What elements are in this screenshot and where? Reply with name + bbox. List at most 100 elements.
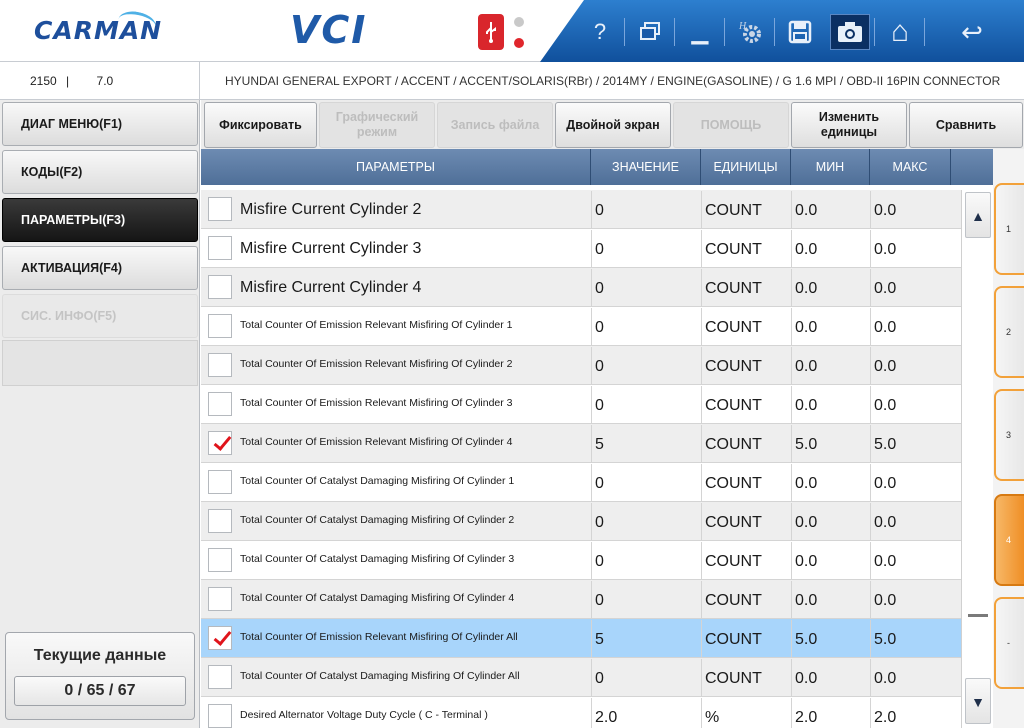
parameter-max: 0.0	[870, 230, 951, 269]
compare-button[interactable]: Сравнить	[909, 102, 1023, 148]
row-checkbox[interactable]	[208, 665, 232, 689]
parameter-max: 0.0	[870, 386, 951, 425]
table-row[interactable]: Total Counter Of Catalyst Damaging Misfi…	[201, 541, 961, 581]
window-icon[interactable]	[630, 14, 670, 50]
parameter-unit: COUNT	[701, 464, 791, 503]
page-tab-2[interactable]: 2	[994, 286, 1024, 378]
toolbar-divider	[674, 18, 675, 46]
table-scrollbar[interactable]: ▲ ▼	[961, 190, 993, 728]
scroll-down-icon[interactable]: ▼	[965, 678, 991, 724]
parameter-max: 0.0	[870, 542, 951, 581]
parameter-unit: COUNT	[701, 659, 791, 698]
table-row[interactable]: Total Counter Of Catalyst Damaging Misfi…	[201, 580, 961, 620]
parameter-min: 0.0	[791, 503, 870, 542]
parameter-counter: 0 / 65 / 67	[14, 676, 186, 706]
parameter-max: 2.0	[870, 698, 951, 728]
column-header-max[interactable]: МАКС	[870, 149, 951, 185]
row-checkbox[interactable]	[208, 587, 232, 611]
table-row[interactable]: Total Counter Of Catalyst Damaging Misfi…	[201, 502, 961, 542]
parameter-name: Total Counter Of Catalyst Damaging Misfi…	[240, 553, 515, 565]
save-icon[interactable]	[780, 14, 820, 50]
parameter-unit: COUNT	[701, 191, 791, 230]
column-header-unit[interactable]: ЕДИНИЦЫ	[701, 149, 791, 185]
parameter-value: 0	[591, 542, 701, 581]
row-checkbox[interactable]	[208, 431, 232, 455]
row-checkbox[interactable]	[208, 236, 232, 260]
parameter-max: 0.0	[870, 581, 951, 620]
row-checkbox[interactable]	[208, 470, 232, 494]
parameter-max: 0.0	[870, 269, 951, 308]
parameter-min: 0.0	[791, 230, 870, 269]
table-row[interactable]: Total Counter Of Catalyst Damaging Misfi…	[201, 463, 961, 503]
row-checkbox[interactable]	[208, 704, 232, 728]
parameter-unit: COUNT	[701, 542, 791, 581]
camera-icon[interactable]	[830, 14, 870, 50]
parameter-unit: COUNT	[701, 425, 791, 464]
row-checkbox[interactable]	[208, 197, 232, 221]
parameter-name: Desired Alternator Voltage Duty Cycle ( …	[240, 709, 488, 721]
row-checkbox[interactable]	[208, 626, 232, 650]
scroll-thumb[interactable]	[968, 614, 988, 617]
parameter-min: 0.0	[791, 581, 870, 620]
table-row[interactable]: Misfire Current Cylinder 2 0 COUNT 0.0 0.0	[201, 190, 961, 230]
fix-button[interactable]: Фиксировать	[204, 102, 317, 148]
minimize-icon[interactable]: ▁	[680, 14, 720, 50]
parameter-min: 0.0	[791, 386, 870, 425]
toolbar-divider	[724, 18, 725, 46]
home-icon[interactable]: ⌂	[880, 14, 920, 50]
toolbar-divider	[774, 18, 775, 46]
sidebar-item-diag-menu[interactable]: ДИАГ МЕНЮ(F1)	[2, 102, 198, 146]
parameter-value: 2.0	[591, 698, 701, 728]
table-row[interactable]: Total Counter Of Emission Relevant Misfi…	[201, 307, 961, 347]
page-tab-1[interactable]: 1	[994, 183, 1024, 275]
change-units-button[interactable]: Изменить единицы	[791, 102, 907, 148]
parameter-max: 0.0	[870, 191, 951, 230]
row-checkbox[interactable]	[208, 548, 232, 572]
graph-mode-button: Графический режим	[319, 102, 435, 148]
table-row[interactable]: Desired Alternator Voltage Duty Cycle ( …	[201, 697, 961, 728]
page-tab-3[interactable]: 3	[994, 389, 1024, 481]
parameter-unit: COUNT	[701, 269, 791, 308]
sidebar-item-codes[interactable]: КОДЫ(F2)	[2, 150, 198, 194]
parameters-table-body: Misfire Current Cylinder 2 0 COUNT 0.0 0.0 Mi…	[201, 190, 961, 728]
help-icon[interactable]: ?	[580, 14, 620, 50]
parameter-min: 2.0	[791, 698, 870, 728]
row-checkbox[interactable]	[208, 509, 232, 533]
table-row[interactable]: Total Counter Of Emission Relevant Misfi…	[201, 619, 961, 659]
parameter-unit: COUNT	[701, 620, 791, 659]
row-checkbox[interactable]	[208, 353, 232, 377]
column-header-min[interactable]: МИН	[791, 149, 870, 185]
back-icon[interactable]: ↩	[952, 14, 992, 50]
parameter-name: Total Counter Of Catalyst Damaging Misfi…	[240, 514, 515, 526]
sidebar-item-activation[interactable]: АКТИВАЦИЯ(F4)	[2, 246, 198, 290]
parameter-name: Total Counter Of Emission Relevant Misfi…	[240, 319, 513, 331]
dual-screen-button[interactable]: Двойной экран	[555, 102, 671, 148]
parameter-min: 0.0	[791, 347, 870, 386]
software-version: 7.0	[96, 74, 114, 88]
page-tab-4[interactable]: 4	[994, 494, 1024, 586]
page-tab-5[interactable]: -	[994, 597, 1024, 689]
table-row[interactable]: Total Counter Of Emission Relevant Misfi…	[201, 346, 961, 386]
row-checkbox[interactable]	[208, 275, 232, 299]
sidebar-item-parameters[interactable]: ПАРАМЕТРЫ(F3)	[2, 198, 198, 242]
settings-icon[interactable]: H	[730, 14, 770, 50]
column-header-value[interactable]: ЗНАЧЕНИЕ	[591, 149, 701, 185]
table-row[interactable]: Total Counter Of Catalyst Damaging Misfi…	[201, 658, 961, 698]
parameter-value: 0	[591, 191, 701, 230]
gear-icon: H	[738, 21, 761, 43]
parameter-name: Total Counter Of Emission Relevant Misfi…	[240, 436, 513, 448]
parameter-name: Misfire Current Cylinder 2	[240, 201, 422, 218]
vci-logo: VCI	[290, 8, 368, 52]
parameter-value: 0	[591, 464, 701, 503]
scroll-up-icon[interactable]: ▲	[965, 192, 991, 238]
vehicle-info-bar: 2150 | 7.0 HYUNDAI GENERAL EXPORT / ACCE…	[0, 62, 1024, 100]
column-header-params[interactable]: ПАРАМЕТРЫ	[201, 149, 591, 185]
table-row[interactable]: Total Counter Of Emission Relevant Misfi…	[201, 385, 961, 425]
row-checkbox[interactable]	[208, 392, 232, 416]
table-row[interactable]: Total Counter Of Emission Relevant Misfi…	[201, 424, 961, 464]
table-row[interactable]: Misfire Current Cylinder 3 0 COUNT 0.0 0.0	[201, 229, 961, 269]
table-row[interactable]: Misfire Current Cylinder 4 0 COUNT 0.0 0.0	[201, 268, 961, 308]
row-checkbox[interactable]	[208, 314, 232, 338]
parameter-name: Total Counter Of Catalyst Damaging Misfi…	[240, 670, 520, 682]
window-icon-glyph	[640, 22, 660, 40]
